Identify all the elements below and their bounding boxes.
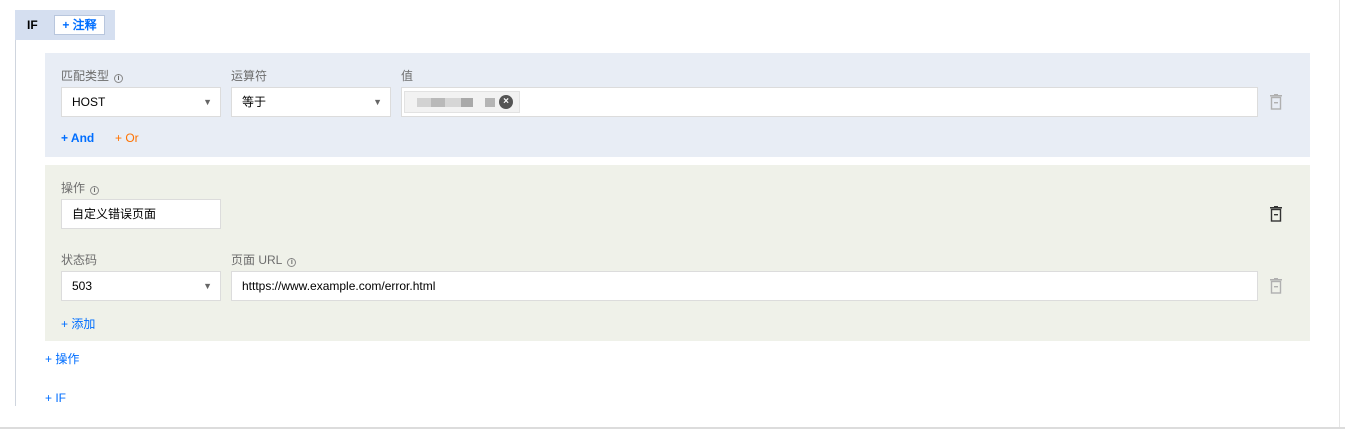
trash-icon[interactable] <box>1270 278 1282 294</box>
if-label: IF <box>27 18 38 32</box>
info-icon[interactable]: i <box>287 258 297 267</box>
close-circle-icon[interactable]: × <box>499 95 513 109</box>
status-code-label: 状态码 <box>61 253 98 267</box>
redacted-block <box>485 98 495 107</box>
add-note-button[interactable]: + 注释 <box>54 15 105 35</box>
trash-icon[interactable] <box>1270 206 1282 222</box>
add-item-link[interactable]: + 添加 <box>61 315 95 332</box>
operator-select[interactable]: 等于 ▼ <box>231 87 391 117</box>
page-url-input[interactable]: htttps://www.example.com/error.html <box>231 271 1258 301</box>
info-icon[interactable]: i <box>90 186 100 195</box>
frame-right-border <box>1339 0 1340 428</box>
caret-down-icon: ▼ <box>203 97 212 107</box>
redacted-block <box>417 98 431 107</box>
redacted-block <box>461 98 473 107</box>
page-url-label: 页面 URL i <box>231 251 297 268</box>
status-code-select-value: 503 <box>72 279 93 293</box>
info-icon[interactable]: i <box>114 74 124 83</box>
status-code-select[interactable]: 503 ▼ <box>61 271 221 301</box>
value-label: 值 <box>401 69 414 83</box>
caret-down-icon: ▼ <box>203 281 212 291</box>
redacted-block <box>445 98 461 107</box>
value-tag-input[interactable] <box>401 87 1258 117</box>
operation-label: 操作 i <box>61 179 100 196</box>
page-url-label-text: 页面 URL <box>231 253 283 267</box>
operation-label-text: 操作 <box>61 181 86 195</box>
match-type-select-value: HOST <box>72 95 106 109</box>
add-operation-link[interactable]: + 操作 <box>45 350 79 367</box>
operator-select-value: 等于 <box>242 95 267 109</box>
frame-bottom-border <box>0 427 1345 429</box>
rule-left-rail <box>15 40 16 406</box>
add-and-link[interactable]: + And <box>61 131 94 145</box>
value-tag: × <box>404 91 520 113</box>
add-if-link[interactable]: + IF <box>45 391 66 405</box>
trash-icon[interactable] <box>1270 94 1282 110</box>
match-type-select[interactable]: HOST ▼ <box>61 87 221 117</box>
page-url-input-value: htttps://www.example.com/error.html <box>242 279 436 293</box>
add-or-link[interactable]: + Or <box>115 131 139 145</box>
match-type-label: 匹配类型 i <box>61 67 124 84</box>
caret-down-icon: ▼ <box>373 97 382 107</box>
operation-select[interactable]: 自定义错误页面 <box>61 199 221 229</box>
operation-select-value: 自定义错误页面 <box>72 207 157 221</box>
operator-label: 运算符 <box>231 69 268 83</box>
redacted-block <box>431 98 445 107</box>
match-type-label-text: 匹配类型 <box>61 69 110 83</box>
